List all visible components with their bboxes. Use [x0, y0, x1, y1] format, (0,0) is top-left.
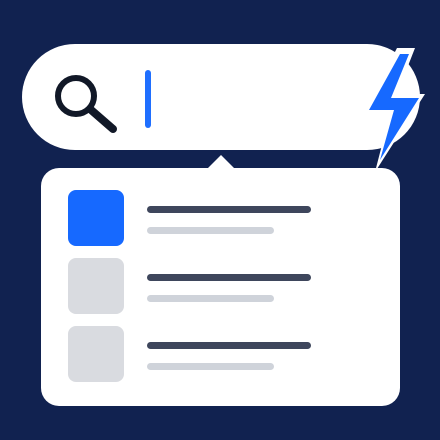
search-results-dropdown — [41, 168, 400, 406]
result-title-placeholder — [147, 206, 311, 213]
search-result-item[interactable] — [68, 190, 378, 250]
quick-search-illustration — [0, 0, 440, 440]
result-subtitle-placeholder — [147, 363, 274, 370]
search-icon — [55, 75, 117, 133]
result-title-placeholder — [147, 342, 311, 349]
result-subtitle-placeholder — [147, 295, 274, 302]
result-subtitle-placeholder — [147, 227, 274, 234]
search-result-item[interactable] — [68, 258, 378, 318]
search-result-item[interactable] — [68, 326, 378, 386]
result-thumbnail — [68, 326, 124, 382]
result-thumbnail — [68, 258, 124, 314]
text-cursor — [145, 70, 151, 128]
result-title-placeholder — [147, 274, 311, 281]
dropdown-pointer — [207, 155, 235, 169]
lightning-bolt-icon[interactable] — [345, 46, 429, 174]
result-thumbnail — [68, 190, 124, 246]
